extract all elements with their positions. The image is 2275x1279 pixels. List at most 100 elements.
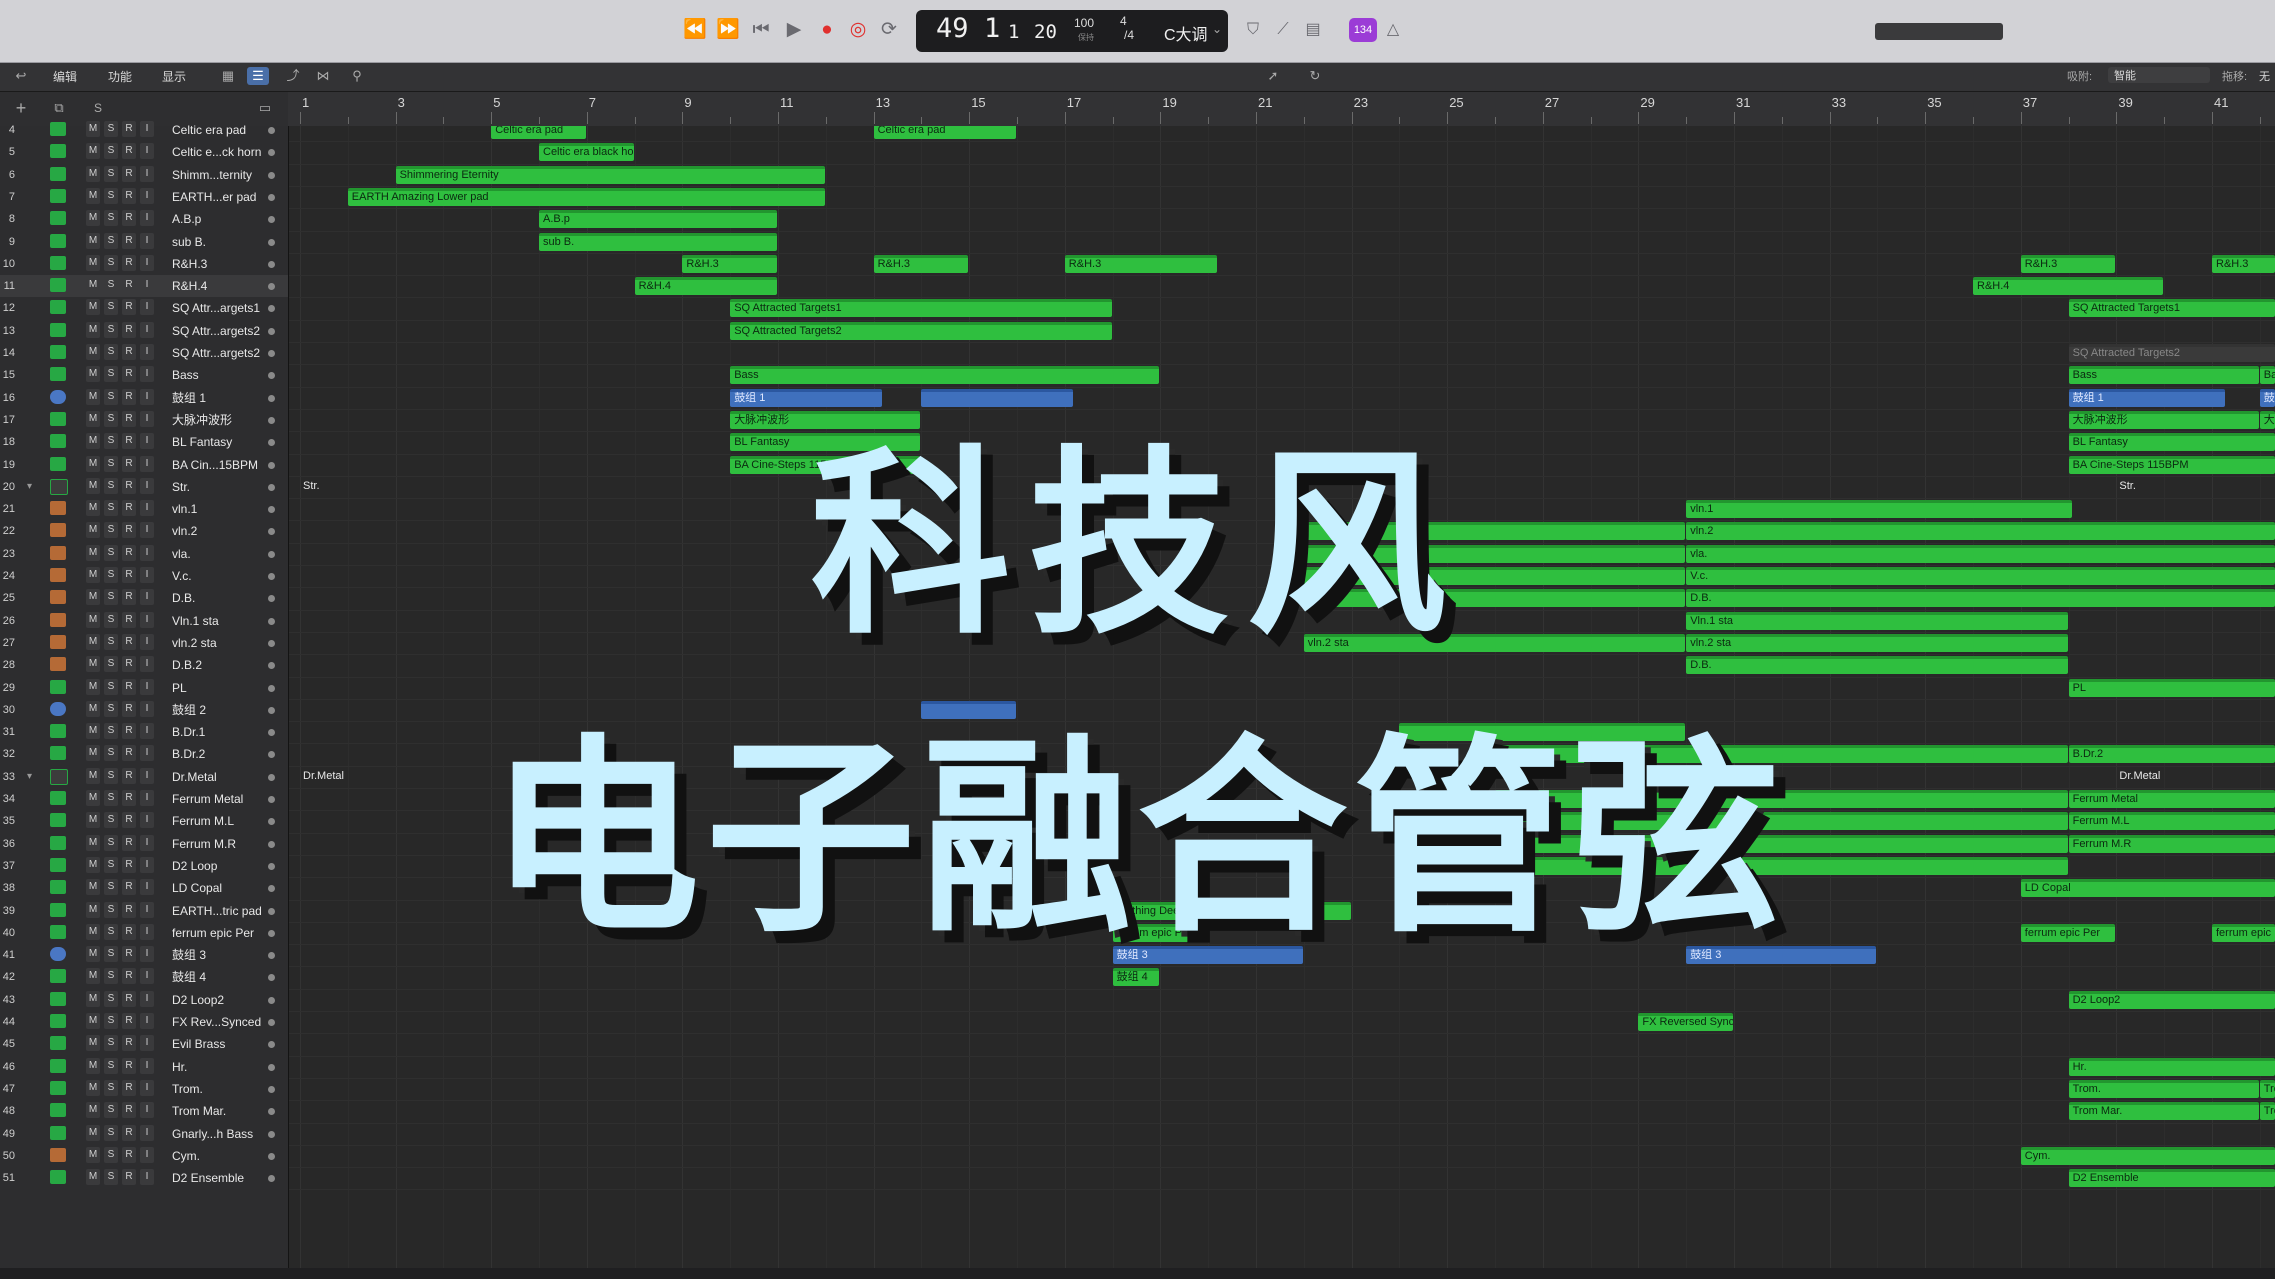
track-name[interactable]: Cym. [172,1145,200,1167]
snap-select[interactable]: 智能 [2108,67,2210,83]
input-monitor-button[interactable]: I [140,1102,154,1119]
solo-button[interactable]: S [104,1013,118,1029]
solo-button[interactable]: S [104,277,118,294]
record-enable-button[interactable]: R [122,1079,136,1096]
mute-button[interactable]: M [86,121,100,137]
drag-select[interactable]: 无 [2259,68,2270,84]
region[interactable]: Celtic era black ho [539,143,634,162]
add-track-icon[interactable]: + [10,99,32,117]
region[interactable]: D2 Ensemble [2068,1169,2275,1188]
mute-button[interactable]: M [86,1146,100,1163]
solo-button[interactable]: S [104,321,118,338]
pointer-tool-icon[interactable]: ➚ [1262,67,1284,85]
track-name[interactable]: Trom Mar. [172,1100,226,1122]
region[interactable]: Trom. [2068,1079,2259,1098]
mute-button[interactable]: M [86,1079,100,1096]
track-name[interactable]: R&H.4 [172,275,207,297]
record-enable-button[interactable]: R [122,277,136,294]
mute-button[interactable]: M [86,187,100,204]
mute-button[interactable]: M [86,366,100,383]
region[interactable]: R&H.3 [2212,254,2275,273]
region[interactable]: Hr. [2068,1057,2275,1076]
fast-forward-icon[interactable]: ⏩ [713,15,743,45]
secondary-tool-icon[interactable]: ↻ [1304,67,1326,85]
back-icon[interactable]: ↩ [10,67,32,85]
mute-button[interactable]: M [86,254,100,271]
record-enable-button[interactable]: R [122,344,136,360]
solo-button[interactable]: S [104,143,118,160]
mute-button[interactable]: M [86,1169,100,1186]
track-row[interactable]: 4 M S R I Celtic era pad [0,119,288,141]
track-row[interactable]: 14 M S R I SQ Attr...argets2 [0,342,288,364]
input-monitor-button[interactable]: I [140,121,154,137]
record-enable-button[interactable]: R [122,232,136,249]
region[interactable]: Cym. [2020,1146,2275,1165]
input-monitor-button[interactable]: I [140,321,154,338]
mute-button[interactable]: M [86,143,100,160]
input-monitor-button[interactable]: I [140,1146,154,1163]
solo-button[interactable]: S [104,121,118,137]
region[interactable]: Celtic era pad [491,126,586,139]
track-row[interactable]: 50 M S R I Cym. [0,1145,288,1167]
track-row[interactable]: 10 M S R I R&H.3 [0,253,288,275]
solo-button[interactable]: S [104,990,118,1007]
solo-button[interactable]: S [104,254,118,271]
mute-button[interactable]: M [86,165,100,182]
input-monitor-button[interactable]: I [140,1035,154,1052]
solo-global-icon[interactable]: S [87,99,109,117]
tuner-icon[interactable]: ⟋ [1268,15,1298,45]
region[interactable]: A.B.p [539,210,777,229]
record-enable-button[interactable]: R [122,1057,136,1074]
solo-button[interactable]: S [104,366,118,383]
track-name[interactable]: D2 Loop2 [172,989,224,1011]
region[interactable]: R&H.4 [634,277,777,296]
mute-button[interactable]: M [86,1057,100,1074]
track-row[interactable]: 51 M S R I D2 Ensemble [0,1167,288,1189]
input-monitor-button[interactable]: I [140,187,154,204]
region[interactable]: Shimmering Eternity [395,165,825,184]
region[interactable]: R&H.3 [682,254,777,273]
input-monitor-button[interactable]: I [140,1057,154,1074]
track-name[interactable]: D2 Ensemble [172,1167,244,1189]
solo-button[interactable]: S [104,210,118,227]
track-name[interactable]: Celtic era pad [172,119,246,141]
list-icon[interactable]: ▤ [1298,15,1328,45]
solo-button[interactable]: S [104,165,118,182]
input-monitor-button[interactable]: I [140,210,154,227]
region[interactable]: FX Reversed Synce [1638,1013,1733,1031]
mute-button[interactable]: M [86,321,100,338]
track-name[interactable]: Trom. [172,1078,203,1100]
region[interactable]: SQ Attracted Targets2 [730,321,1112,340]
track-row[interactable]: 46 M S R I Hr. [0,1056,288,1078]
region[interactable]: Celtic era pad [873,126,1016,139]
record-enable-button[interactable]: R [122,299,136,316]
region[interactable]: R&H.3 [2020,254,2116,273]
record-enable-button[interactable]: R [122,187,136,204]
mute-button[interactable]: M [86,990,100,1007]
mute-button[interactable]: M [86,344,100,360]
record-enable-button[interactable]: R [122,254,136,271]
region[interactable]: R&H.3 [873,254,969,273]
region[interactable]: Trom [2259,1102,2275,1121]
track-row[interactable]: 44 M S R I FX Rev...Synced [0,1011,288,1033]
input-monitor-button[interactable]: I [140,277,154,294]
track-row[interactable]: 45 M S R I Evil Brass [0,1033,288,1055]
track-name[interactable]: FX Rev...Synced [172,1011,261,1033]
record-enable-button[interactable]: R [122,121,136,137]
flex-icon[interactable]: ⋈ [312,67,334,85]
track-row[interactable]: 5 M S R I Celtic e...ck horn [0,141,288,163]
track-row[interactable]: 8 M S R I A.B.p [0,208,288,230]
mute-button[interactable]: M [86,1013,100,1029]
input-monitor-button[interactable]: I [140,990,154,1007]
record-enable-button[interactable]: R [122,1102,136,1119]
record-enable-button[interactable]: R [122,366,136,383]
rewind-icon[interactable]: ⏪ [680,15,710,45]
mute-button[interactable]: M [86,1102,100,1119]
region[interactable]: SQ Attracted Targets1 [2068,299,2275,318]
track-row[interactable]: 11 M S R I R&H.4 [0,275,288,298]
track-row[interactable]: 12 M S R I SQ Attr...argets1 [0,297,288,319]
track-name[interactable]: R&H.3 [172,253,207,275]
track-name[interactable]: Evil Brass [172,1033,225,1055]
input-monitor-button[interactable]: I [140,254,154,271]
track-name[interactable]: EARTH...er pad [172,186,256,208]
